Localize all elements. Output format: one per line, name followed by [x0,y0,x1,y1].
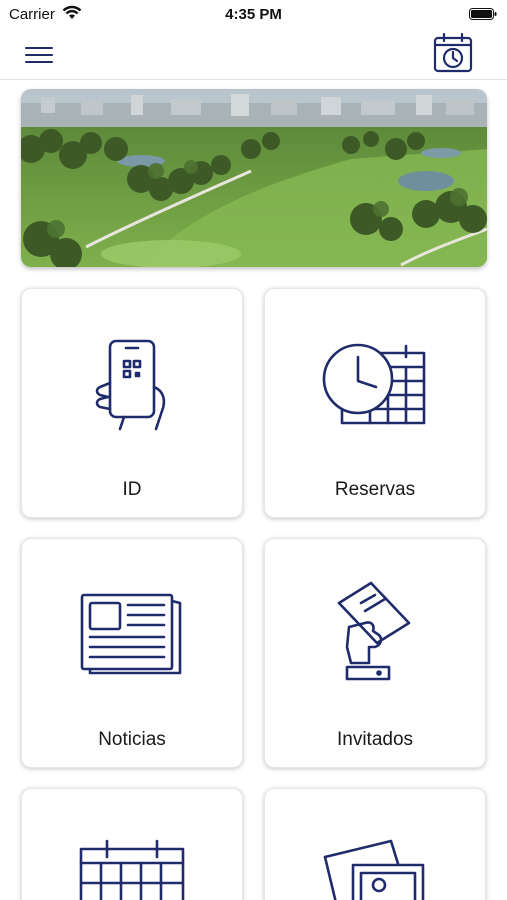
hamburger-menu-icon[interactable] [25,44,53,66]
nav-bar [0,30,507,80]
tile-calendar[interactable] [21,788,243,900]
status-bar: Carrier 4:35 PM [0,0,507,30]
tile-label: Invitados [336,729,414,750]
phone-qr-id-icon [95,339,166,431]
tile-label: ID [122,479,142,500]
hero-golf-course-image [21,89,487,267]
tile-label: Noticias [98,729,166,750]
photos-gallery-icon [323,839,425,900]
battery-icon [469,8,497,20]
tile-photos[interactable] [264,788,486,900]
calendar-clock-icon[interactable] [432,32,474,74]
tile-invitados[interactable]: Invitados [264,538,486,768]
clock-calendar-icon [322,343,426,425]
calendar-icon [79,839,185,900]
tile-label: Reservas [334,479,416,500]
hand-holding-card-icon [337,581,411,681]
tile-reservas[interactable]: Reservas [264,288,486,518]
tile-id[interactable]: ID [21,288,243,518]
status-time: 4:35 PM [225,6,282,23]
golf-course-photo [21,89,487,267]
newspaper-icon [80,593,182,675]
tile-noticias[interactable]: Noticias [21,538,243,768]
